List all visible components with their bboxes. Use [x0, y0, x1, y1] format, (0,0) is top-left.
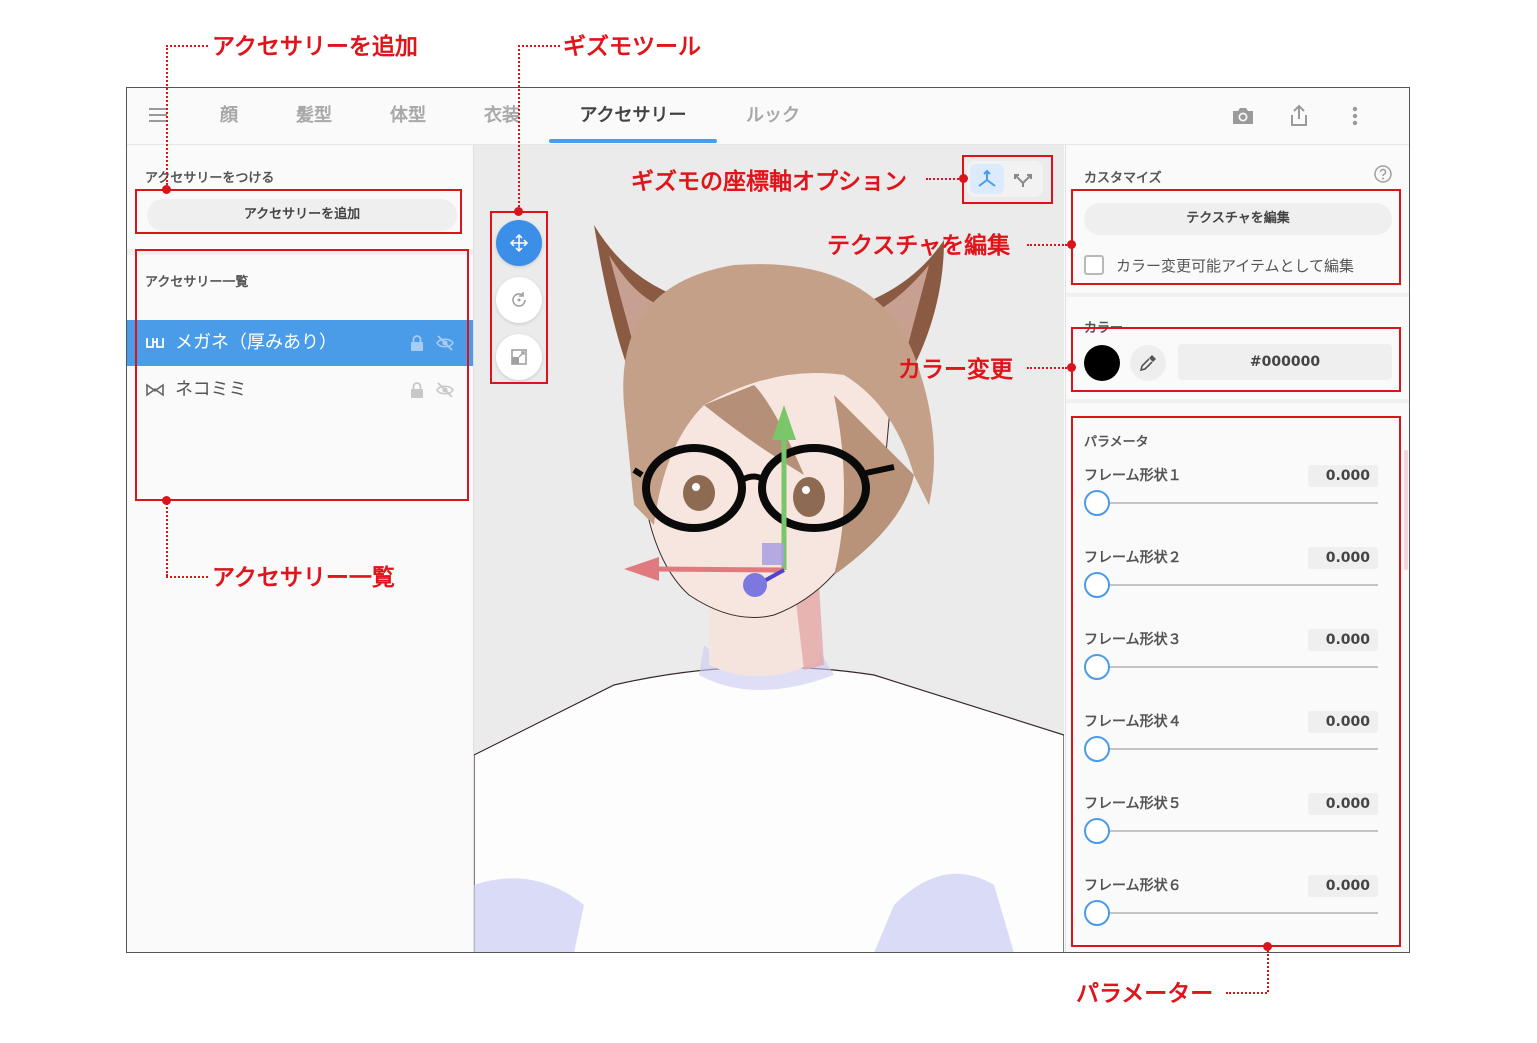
annotation-color-change: カラー変更	[898, 357, 1013, 383]
tab-look[interactable]: ルック	[733, 88, 813, 144]
annotation-box-parameters	[1071, 416, 1401, 947]
divider	[1066, 399, 1409, 403]
top-bar: 顔 髪型 体型 衣装 アクセサリー ルック	[127, 88, 1409, 145]
tab-body[interactable]: 体型	[381, 88, 435, 144]
annotation-edit-texture: テクスチャを編集	[827, 233, 1011, 259]
annotation-leader	[518, 45, 560, 47]
annotation-gizmo-tools: ギズモツール	[563, 34, 701, 60]
scrollbar[interactable]	[1404, 450, 1408, 570]
annotation-leader	[1226, 992, 1267, 994]
annotation-box-edit-texture	[1071, 189, 1401, 285]
attach-accessory-label: アクセサリーをつける	[145, 171, 275, 186]
annotation-leader	[926, 178, 959, 180]
annotation-leader	[166, 500, 168, 576]
annotation-parameters: パラメーター	[1076, 981, 1214, 1007]
annotation-gizmo-axis: ギズモの座標軸オプション	[631, 169, 907, 195]
tab-hairstyle[interactable]: 髪型	[287, 88, 341, 144]
annotation-add-accessory: アクセサリーを追加	[212, 34, 418, 60]
annotation-box-add-accessory	[135, 189, 462, 234]
tab-outfit[interactable]: 衣装	[475, 88, 529, 144]
share-icon[interactable]	[1285, 102, 1313, 130]
annotation-box-color	[1071, 327, 1401, 392]
customize-label: カスタマイズ	[1084, 171, 1162, 186]
camera-icon[interactable]	[1229, 102, 1257, 130]
help-icon[interactable]	[1373, 164, 1393, 184]
annotation-leader	[1267, 946, 1269, 992]
annotation-leader	[166, 576, 208, 578]
more-vert-icon[interactable]	[1341, 102, 1369, 130]
annotation-box-accessory-list	[135, 249, 469, 501]
divider	[1066, 293, 1409, 297]
annotation-leader	[166, 45, 168, 185]
tab-face[interactable]: 顔	[207, 88, 251, 144]
annotation-leader	[1027, 367, 1067, 369]
annotation-box-gizmo-tools	[490, 211, 548, 384]
annotation-box-gizmo-axis	[962, 155, 1053, 204]
annotation-leader	[518, 45, 520, 207]
menu-icon[interactable]	[149, 108, 167, 123]
annotation-accessory-list: アクセサリー一覧	[212, 565, 395, 591]
annotation-leader	[1027, 244, 1067, 246]
active-tab-indicator	[549, 139, 717, 143]
annotation-leader	[166, 45, 208, 47]
avatar-model	[474, 225, 1064, 952]
tab-accessory[interactable]: アクセサリー	[563, 88, 703, 144]
3d-viewport[interactable]	[474, 145, 1064, 952]
